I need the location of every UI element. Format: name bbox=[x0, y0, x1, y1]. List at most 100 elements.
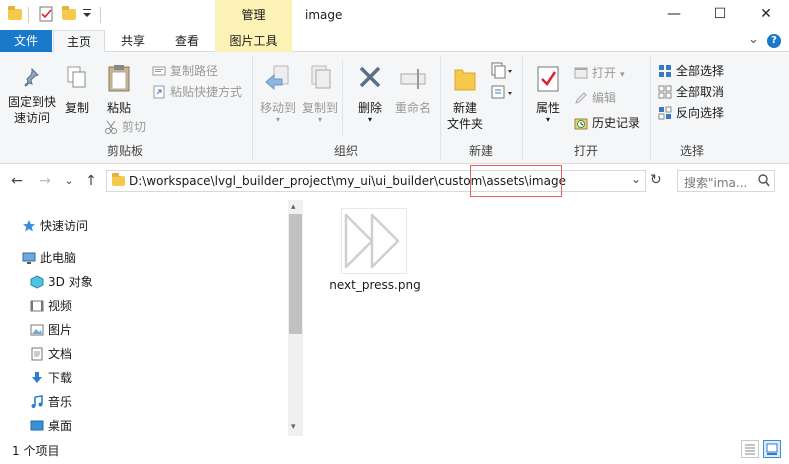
properties-button[interactable]: 属性 ▾ bbox=[528, 64, 568, 124]
help-icon[interactable]: ? bbox=[767, 34, 781, 48]
address-dropdown-button[interactable]: ⌄ bbox=[631, 172, 641, 186]
pin-icon bbox=[20, 66, 44, 90]
nav-item-this-pc[interactable]: 此电脑 bbox=[22, 246, 76, 270]
delete-button[interactable]: 删除 ▾ bbox=[352, 64, 388, 124]
separator bbox=[100, 7, 101, 23]
history-icon bbox=[574, 116, 588, 130]
copy-to-icon bbox=[306, 64, 334, 94]
large-icons-view-button[interactable] bbox=[763, 440, 781, 458]
pin-label-line2: 速访问 bbox=[13, 111, 50, 125]
open-group-label: 打开 bbox=[573, 144, 598, 158]
nav-item-3d-objects[interactable]: 3D 对象 bbox=[30, 270, 93, 294]
title-bar: 管理 image — ☐ ✕ bbox=[0, 0, 789, 30]
tab-manage[interactable]: 管理 bbox=[215, 0, 292, 30]
rename-button[interactable]: 重命名 bbox=[392, 64, 434, 116]
new-group-label: 新建 bbox=[468, 144, 493, 158]
paste-button[interactable]: 粘贴 bbox=[102, 64, 136, 116]
nav-item-documents[interactable]: 文档 bbox=[30, 342, 72, 366]
nav-item-pictures[interactable]: 图片 bbox=[30, 318, 72, 342]
move-to-button[interactable]: 移动到 ▾ bbox=[258, 64, 298, 124]
nav-item-quick-access[interactable]: 快速访问 bbox=[22, 214, 88, 238]
cut-button[interactable]: 剪切 bbox=[104, 118, 146, 136]
copy-path-icon bbox=[152, 64, 166, 78]
details-view-icon bbox=[745, 444, 755, 455]
move-to-icon bbox=[264, 64, 292, 94]
details-view-button[interactable] bbox=[741, 440, 759, 458]
separator bbox=[28, 7, 29, 23]
copy-label: 复制 bbox=[64, 101, 89, 115]
tab-picture-tools[interactable]: 图片工具 bbox=[215, 30, 292, 52]
nav-item-downloads[interactable]: 下载 bbox=[30, 366, 72, 390]
select-all-button[interactable]: 全部选择 bbox=[658, 62, 724, 80]
open-dropdown-icon: ▾ bbox=[620, 70, 625, 80]
nav-label: 快速访问 bbox=[40, 219, 89, 233]
new-item-button[interactable] bbox=[490, 62, 514, 80]
select-all-icon bbox=[658, 64, 672, 78]
easy-access-button[interactable] bbox=[490, 84, 514, 102]
up-button[interactable]: ↑ bbox=[82, 172, 100, 190]
folder-icon bbox=[112, 173, 125, 186]
select-none-button[interactable]: 全部取消 bbox=[658, 83, 724, 101]
separator bbox=[342, 60, 343, 136]
move-to-dropdown-icon: ▾ bbox=[275, 115, 280, 124]
history-button[interactable]: 历史记录 bbox=[574, 114, 640, 132]
copy-to-button[interactable]: 复制到 ▾ bbox=[300, 64, 340, 124]
pin-to-quick-access-button[interactable]: 固定到快 速访问 bbox=[4, 66, 60, 126]
open-button[interactable]: 打开 ▾ bbox=[574, 64, 625, 84]
copy-button[interactable]: 复制 bbox=[62, 66, 92, 116]
paste-shortcut-button[interactable]: 粘贴快捷方式 bbox=[152, 83, 242, 101]
status-bar: 1 个项目 bbox=[0, 438, 789, 464]
paste-shortcut-icon bbox=[152, 85, 166, 99]
tab-home[interactable]: 主页 bbox=[53, 30, 105, 53]
address-bar[interactable]: D:\workspace\lvgl_builder_project\my_ui\… bbox=[106, 170, 646, 192]
new-folder-label-line2: 文件夹 bbox=[446, 117, 483, 131]
back-button[interactable]: ← bbox=[8, 172, 26, 190]
properties-icon[interactable] bbox=[38, 6, 54, 22]
quick-access-dropdown-icon[interactable] bbox=[82, 7, 92, 24]
nav-item-videos[interactable]: 视频 bbox=[30, 294, 72, 318]
nav-label: 图片 bbox=[48, 323, 73, 337]
copy-to-label: 复制到 bbox=[301, 101, 338, 115]
folder-icon bbox=[8, 6, 22, 20]
clipboard-group-label: 剪贴板 bbox=[106, 144, 143, 158]
close-button[interactable]: ✕ bbox=[743, 0, 789, 30]
tab-file[interactable]: 文件 bbox=[0, 30, 52, 52]
navigation-pane: 快速访问 此电脑 3D 对象 视频 图片 文档 下载 音乐 桌面 bbox=[0, 198, 305, 438]
nav-label: 下载 bbox=[48, 371, 73, 385]
scroll-up-icon[interactable]: ▴ bbox=[291, 202, 296, 212]
tab-view[interactable]: 查看 bbox=[162, 30, 212, 52]
search-input[interactable]: 搜索"ima... bbox=[677, 170, 775, 192]
file-thumbnail[interactable] bbox=[341, 208, 407, 274]
window-title: image bbox=[305, 8, 343, 22]
copy-path-label: 复制路径 bbox=[170, 64, 219, 78]
nav-label: 视频 bbox=[48, 299, 73, 313]
invert-selection-button[interactable]: 反向选择 bbox=[658, 104, 724, 122]
picture-icon bbox=[30, 321, 44, 336]
pin-label-line1: 固定到快 bbox=[7, 95, 56, 109]
forward-button[interactable]: → bbox=[36, 172, 54, 190]
nav-label: 音乐 bbox=[48, 395, 73, 409]
recent-locations-button[interactable]: ⌄ bbox=[60, 172, 78, 190]
video-icon bbox=[30, 297, 44, 312]
nav-item-desktop[interactable]: 桌面 bbox=[30, 414, 72, 438]
ribbon-expand-icon[interactable]: ⌄ bbox=[748, 32, 759, 47]
properties-label: 属性 bbox=[535, 101, 560, 115]
desktop-icon bbox=[30, 417, 44, 431]
maximize-button[interactable]: ☐ bbox=[697, 0, 743, 30]
refresh-button[interactable]: ↻ bbox=[650, 172, 662, 188]
copy-path-button[interactable]: 复制路径 bbox=[152, 62, 218, 80]
new-folder-icon[interactable] bbox=[62, 6, 76, 20]
new-folder-button[interactable]: 新建 文件夹 bbox=[442, 64, 488, 132]
edit-button[interactable]: 编辑 bbox=[574, 89, 616, 107]
star-icon bbox=[22, 217, 36, 232]
file-name[interactable]: next_press.png bbox=[320, 278, 430, 292]
invert-selection-icon bbox=[658, 106, 672, 120]
scroll-down-icon[interactable]: ▾ bbox=[291, 422, 296, 432]
tab-share[interactable]: 共享 bbox=[108, 30, 158, 52]
nav-item-music[interactable]: 音乐 bbox=[30, 390, 72, 414]
nav-label: 文档 bbox=[48, 347, 73, 361]
nav-scrollbar-thumb[interactable] bbox=[289, 214, 302, 334]
properties-check-icon bbox=[535, 64, 561, 94]
minimize-button[interactable]: — bbox=[651, 0, 697, 30]
open-icon bbox=[574, 66, 588, 80]
